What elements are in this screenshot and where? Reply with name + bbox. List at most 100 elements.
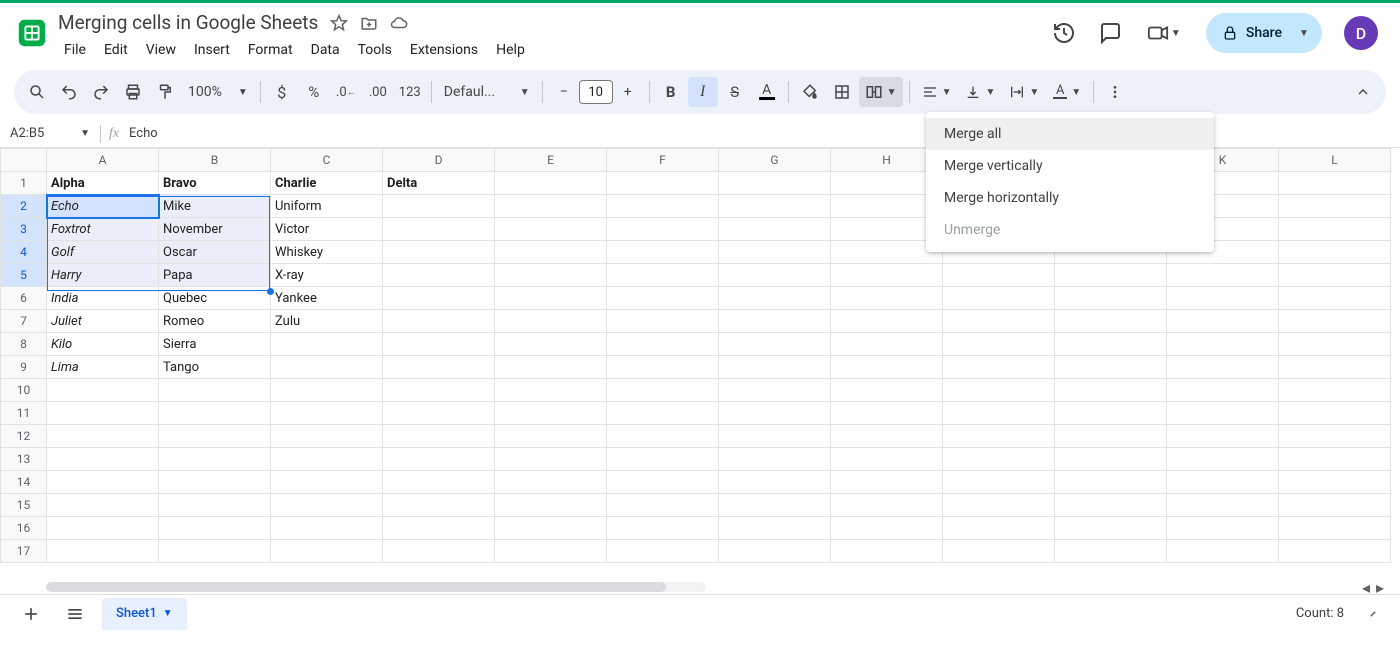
cell[interactable] <box>495 517 607 540</box>
cell[interactable] <box>383 402 495 425</box>
cell[interactable] <box>607 356 719 379</box>
cell[interactable] <box>271 425 383 448</box>
row-header[interactable]: 9 <box>1 356 47 379</box>
cell[interactable] <box>383 310 495 333</box>
cell[interactable] <box>495 540 607 563</box>
col-header[interactable]: F <box>607 149 719 172</box>
cell[interactable]: Bravo <box>159 172 271 195</box>
cell[interactable] <box>383 333 495 356</box>
font-select[interactable]: Defaul...▼ <box>438 77 536 107</box>
col-header[interactable]: D <box>383 149 495 172</box>
cell[interactable] <box>1279 448 1391 471</box>
cell[interactable] <box>271 379 383 402</box>
col-header[interactable]: G <box>719 149 831 172</box>
cell[interactable] <box>1167 356 1279 379</box>
cell[interactable] <box>607 264 719 287</box>
horizontal-align-icon[interactable]: ▼ <box>916 77 958 107</box>
menu-tools[interactable]: Tools <box>350 38 400 62</box>
fill-color-icon[interactable] <box>795 77 825 107</box>
menu-insert[interactable]: Insert <box>186 38 238 62</box>
cell[interactable] <box>831 379 943 402</box>
cell[interactable]: India <box>47 287 159 310</box>
cell[interactable] <box>383 448 495 471</box>
cell[interactable] <box>1279 241 1391 264</box>
row-header[interactable]: 13 <box>1 448 47 471</box>
cell[interactable] <box>607 333 719 356</box>
cell[interactable]: Papa <box>159 264 271 287</box>
row-header[interactable]: 15 <box>1 494 47 517</box>
cell[interactable] <box>271 448 383 471</box>
cell[interactable] <box>719 241 831 264</box>
cell[interactable] <box>159 540 271 563</box>
name-box[interactable]: A2:B5▼ <box>0 126 100 141</box>
cell[interactable] <box>495 471 607 494</box>
cell[interactable]: Foxtrot <box>47 218 159 241</box>
cell[interactable]: Kilo <box>47 333 159 356</box>
increase-decimal-icon[interactable]: .00 <box>363 77 393 107</box>
cell[interactable] <box>1279 494 1391 517</box>
cell[interactable] <box>271 356 383 379</box>
cell[interactable] <box>831 287 943 310</box>
cell[interactable] <box>495 172 607 195</box>
cell[interactable] <box>719 264 831 287</box>
cloud-status-icon[interactable] <box>390 14 408 32</box>
cell[interactable] <box>607 448 719 471</box>
row-header[interactable]: 8 <box>1 333 47 356</box>
cell[interactable] <box>719 195 831 218</box>
cell[interactable] <box>495 264 607 287</box>
cell[interactable]: Oscar <box>159 241 271 264</box>
cell[interactable] <box>1167 540 1279 563</box>
cell[interactable] <box>1279 471 1391 494</box>
cell[interactable] <box>1167 471 1279 494</box>
cell[interactable] <box>1279 218 1391 241</box>
menu-edit[interactable]: Edit <box>96 38 136 62</box>
cell[interactable] <box>383 517 495 540</box>
cell[interactable] <box>719 471 831 494</box>
cell[interactable] <box>1055 310 1167 333</box>
row-header[interactable]: 6 <box>1 287 47 310</box>
cell[interactable] <box>943 540 1055 563</box>
cell[interactable] <box>607 402 719 425</box>
cell[interactable] <box>1167 264 1279 287</box>
cell[interactable] <box>159 494 271 517</box>
cell[interactable] <box>47 402 159 425</box>
cell[interactable] <box>607 425 719 448</box>
cell[interactable] <box>271 517 383 540</box>
cell[interactable] <box>607 218 719 241</box>
currency-icon[interactable]: $ <box>267 77 297 107</box>
cell[interactable] <box>831 402 943 425</box>
cell[interactable]: Uniform <box>271 195 383 218</box>
cell[interactable] <box>1167 310 1279 333</box>
cell[interactable] <box>495 195 607 218</box>
cell[interactable]: Victor <box>271 218 383 241</box>
cell[interactable] <box>271 494 383 517</box>
cell[interactable] <box>1055 494 1167 517</box>
cell[interactable] <box>831 448 943 471</box>
row-header[interactable]: 10 <box>1 379 47 402</box>
row-header[interactable]: 5 <box>1 264 47 287</box>
cell[interactable] <box>383 241 495 264</box>
search-icon[interactable] <box>22 77 52 107</box>
share-dropdown-icon[interactable]: ▼ <box>1290 28 1318 39</box>
cell[interactable] <box>1055 264 1167 287</box>
cell[interactable] <box>495 310 607 333</box>
cell[interactable] <box>719 218 831 241</box>
cell[interactable] <box>719 425 831 448</box>
col-header[interactable]: E <box>495 149 607 172</box>
strikethrough-icon[interactable]: S <box>720 77 750 107</box>
cell[interactable]: Harry <box>47 264 159 287</box>
sheet-tab[interactable]: Sheet1▼ <box>102 598 187 630</box>
cell[interactable] <box>831 425 943 448</box>
cell[interactable] <box>719 287 831 310</box>
cell[interactable] <box>607 471 719 494</box>
font-size-input[interactable]: 10 <box>579 80 613 104</box>
menu-help[interactable]: Help <box>488 38 533 62</box>
cell[interactable] <box>159 448 271 471</box>
cell[interactable] <box>383 264 495 287</box>
cell[interactable] <box>943 471 1055 494</box>
rotation-icon[interactable]: A▼ <box>1047 77 1087 107</box>
cell[interactable] <box>159 379 271 402</box>
italic-icon[interactable]: I <box>688 77 718 107</box>
cell[interactable] <box>1279 402 1391 425</box>
merge-option[interactable]: Merge all <box>926 118 1214 150</box>
